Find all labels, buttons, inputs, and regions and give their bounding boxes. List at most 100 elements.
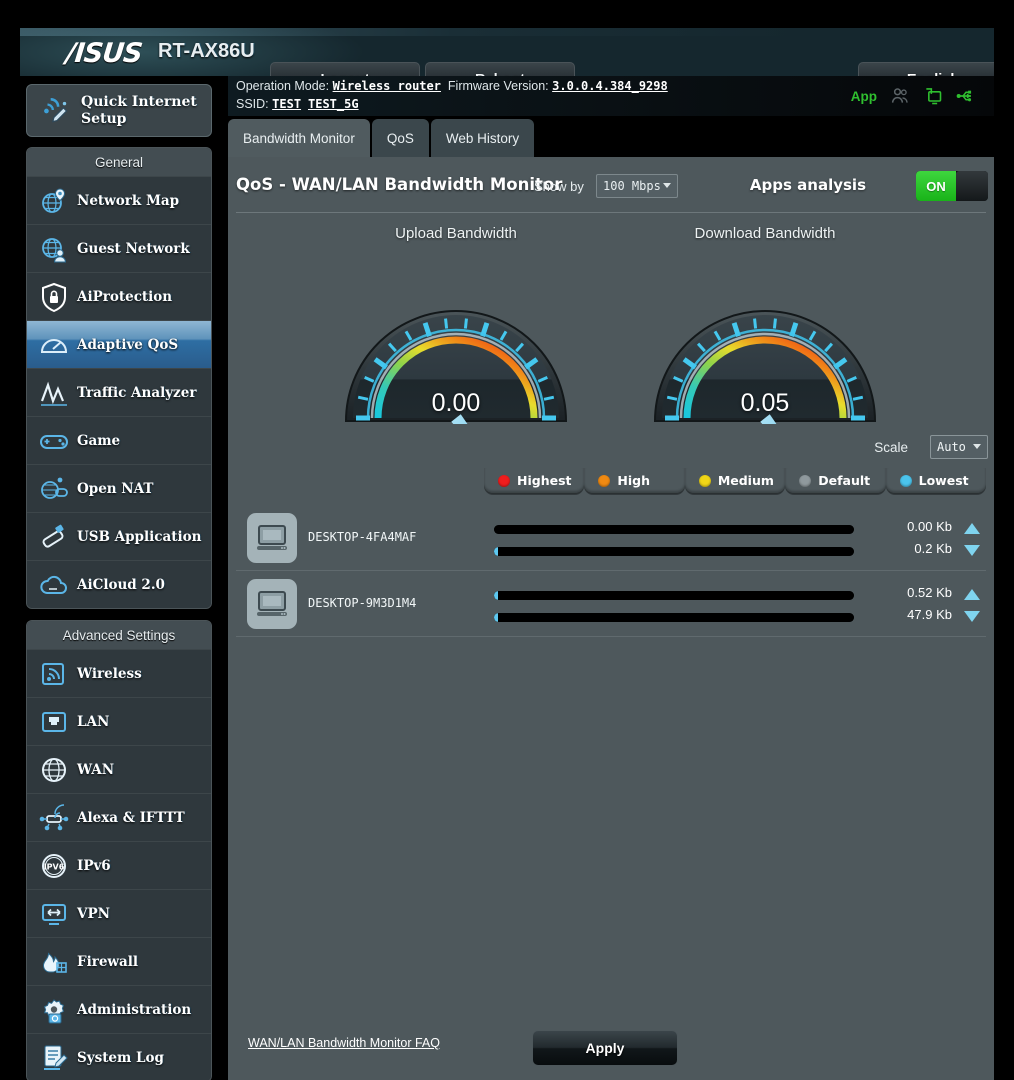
sidebar-item-ipv6[interactable]: IPV6 IPv6	[27, 841, 211, 889]
quick-internet-setup-button[interactable]: Quick Internet Setup	[26, 84, 212, 137]
router-admin-page: /ISUS RT-AX86U Logout Reboot English Ope…	[0, 0, 1014, 1080]
tab-bandwidth-monitor[interactable]: Bandwidth Monitor	[228, 119, 370, 157]
toggle-state-label: ON	[916, 171, 956, 201]
usb-application-icon	[38, 521, 70, 553]
legend-item-lowest[interactable]: Lowest	[886, 468, 986, 494]
sidebar-item-label: VPN	[77, 906, 110, 922]
download-gauge: Download Bandwidth	[645, 225, 885, 424]
sidebar-group-advanced-title: Advanced Settings	[27, 621, 211, 649]
sidebar-item-game[interactable]: Game	[27, 416, 211, 464]
reboot-button[interactable]: Reboot	[425, 62, 575, 76]
sidebar-item-firewall[interactable]: Firewall	[27, 937, 211, 985]
table-row[interactable]: DESKTOP-9M3D1M4 0.52 Kb 47.9 Kb	[236, 571, 986, 637]
network-map-icon	[38, 185, 70, 217]
sidebar-item-aicloud[interactable]: AiCloud 2.0	[27, 560, 211, 608]
legend-dot-medium	[699, 475, 711, 487]
sidebar-item-alexa-ifttt[interactable]: Alexa & IFTTT	[27, 793, 211, 841]
table-row[interactable]: DESKTOP-4FA4MAF 0.00 Kb 0.2 Kb	[236, 505, 986, 571]
sidebar-item-label: USB Application	[77, 529, 201, 545]
download-rate: 47.9 Kb	[907, 607, 952, 622]
arrow-up-icon	[964, 523, 980, 534]
scale-label: Scale	[874, 440, 908, 455]
sidebar-item-wan[interactable]: WAN	[27, 745, 211, 793]
top-banner: /ISUS RT-AX86U Logout Reboot English	[20, 28, 994, 76]
operation-mode-value[interactable]: Wireless router	[333, 79, 441, 93]
sidebar-item-vpn[interactable]: VPN	[27, 889, 211, 937]
faq-link[interactable]: WAN/LAN Bandwidth Monitor FAQ	[248, 1036, 440, 1050]
alexa-ifttt-icon	[38, 802, 70, 834]
language-selector[interactable]: English	[858, 62, 994, 76]
sidebar-item-wireless[interactable]: Wireless	[27, 649, 211, 697]
tab-web-history[interactable]: Web History	[431, 119, 534, 157]
header-info-strip: Operation Mode: Wireless router Firmware…	[228, 76, 994, 116]
legend-item-highest[interactable]: Highest	[484, 468, 584, 494]
desktop-icon	[247, 579, 297, 629]
apps-analysis-label: Apps analysis	[750, 176, 866, 194]
legend-label: High	[617, 473, 650, 488]
sidebar-item-guest-network[interactable]: Guest Network	[27, 224, 211, 272]
legend-label: Highest	[517, 473, 572, 488]
upload-gauge: Upload Bandwidth	[336, 225, 576, 424]
users-icon[interactable]	[890, 86, 910, 106]
desktop-glyph	[255, 523, 289, 553]
legend-item-medium[interactable]: Medium	[685, 468, 785, 494]
legend-dot-lowest	[900, 475, 912, 487]
device-name: DESKTOP-4FA4MAF	[308, 530, 416, 544]
sidebar-item-system-log[interactable]: System Log	[27, 1033, 211, 1080]
administration-icon	[38, 994, 70, 1026]
toggle-knob	[956, 171, 988, 201]
monitor-icon[interactable]	[923, 86, 943, 106]
sidebar-item-network-map[interactable]: Network Map	[27, 176, 211, 224]
legend-dot-default	[799, 475, 811, 487]
upload-bar-fill	[494, 591, 498, 600]
device-name: DESKTOP-9M3D1M4	[308, 596, 416, 610]
ssid-5g-value[interactable]: TEST_5G	[308, 97, 359, 111]
main-content-panel: QoS - WAN/LAN Bandwidth Monitor Show by …	[228, 157, 994, 1080]
download-bar	[494, 613, 854, 622]
header-icon-row: App	[851, 86, 976, 106]
vpn-icon	[38, 898, 70, 930]
desktop-icon	[247, 513, 297, 563]
firewall-icon	[38, 946, 70, 978]
legend-item-default[interactable]: Default	[785, 468, 885, 494]
sidebar-item-administration[interactable]: Administration	[27, 985, 211, 1033]
arrow-down-icon	[964, 611, 980, 622]
download-gauge-value: 0.05	[645, 389, 885, 418]
sidebar-item-label: Wireless	[77, 666, 142, 682]
sidebar-item-open-nat[interactable]: Open NAT	[27, 464, 211, 512]
sidebar-item-label: LAN	[77, 714, 109, 730]
tab-qos[interactable]: QoS	[372, 119, 429, 157]
show-by-label: Show by	[534, 179, 584, 194]
apps-analysis-toggle[interactable]: ON	[916, 171, 988, 201]
download-gauge-title: Download Bandwidth	[645, 225, 885, 242]
header-divider	[236, 212, 986, 213]
router-model: RT-AX86U	[158, 40, 255, 63]
system-log-icon	[38, 1042, 70, 1074]
firmware-value[interactable]: 3.0.0.4.384_9298	[552, 79, 668, 93]
sidebar-item-adaptive-qos[interactable]: Adaptive QoS	[27, 320, 211, 368]
wireless-icon	[38, 658, 70, 690]
ipv6-icon: IPV6	[38, 850, 70, 882]
usb-icon[interactable]	[956, 86, 976, 106]
sidebar-item-aiprotection[interactable]: AiProtection	[27, 272, 211, 320]
sidebar-item-traffic-analyzer[interactable]: Traffic Analyzer	[27, 368, 211, 416]
download-bar-fill	[494, 547, 498, 556]
sidebar-item-lan[interactable]: LAN	[27, 697, 211, 745]
asus-logo: /ISUS	[64, 38, 143, 69]
upload-gauge-title: Upload Bandwidth	[336, 225, 576, 242]
upload-rate: 0.52 Kb	[907, 585, 952, 600]
quick-setup-icon	[39, 94, 73, 128]
app-link[interactable]: App	[851, 89, 877, 104]
priority-legend: Highest High Medium Default Lowest	[484, 468, 986, 494]
sidebar-item-usb-application[interactable]: USB Application	[27, 512, 211, 560]
cloud-icon	[38, 569, 70, 601]
show-by-select[interactable]: 100 Mbps	[596, 174, 678, 198]
apply-button[interactable]: Apply	[532, 1030, 678, 1066]
info-line-mode: Operation Mode: Wireless router Firmware…	[236, 79, 668, 93]
upload-bar	[494, 525, 854, 534]
logout-button[interactable]: Logout	[270, 62, 420, 76]
banner-sheen	[20, 28, 994, 36]
ssid-2g-value[interactable]: TEST	[272, 97, 301, 111]
scale-select[interactable]: Auto	[930, 435, 988, 459]
legend-item-high[interactable]: High	[584, 468, 684, 494]
